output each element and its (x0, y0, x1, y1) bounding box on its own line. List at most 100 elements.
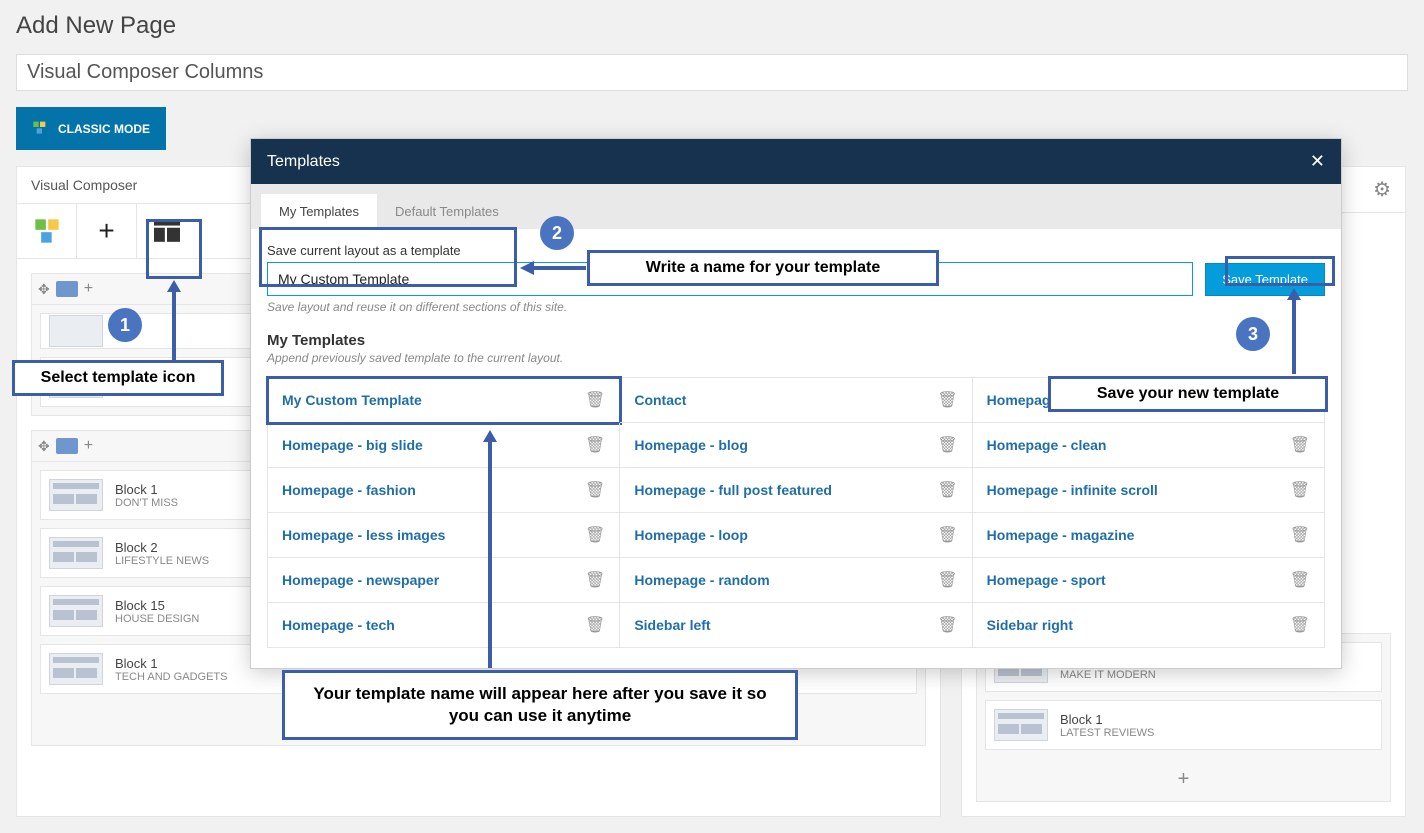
templates-grid: My Custom Template 🗑Contact 🗑Homepage 🗑H… (267, 377, 1325, 648)
template-cell: Homepage - full post featured 🗑 (620, 468, 972, 513)
annotation-arrow (166, 280, 182, 360)
template-link[interactable]: Homepage - full post featured (634, 482, 832, 498)
template-cell: Homepage - loop 🗑 (620, 513, 972, 558)
block-thumb-icon (49, 595, 103, 627)
columns-icon[interactable] (56, 281, 78, 297)
annotation-arrow (482, 430, 498, 668)
template-cell: Homepage - random 🗑 (620, 558, 972, 603)
save-template-button[interactable]: Save Template (1205, 263, 1325, 296)
block-subtitle: LATEST REVIEWS (1060, 727, 1154, 739)
template-cell: Homepage - less images 🗑 (268, 513, 620, 558)
template-cell: Contact 🗑 (620, 378, 972, 423)
trash-icon[interactable]: 🗑 (585, 570, 605, 590)
block-subtitle: HOUSE DESIGN (115, 613, 199, 625)
template-cell: Homepage - fashion 🗑 (268, 468, 620, 513)
vc-logo-icon (32, 119, 48, 138)
trash-icon[interactable]: 🗑 (937, 615, 957, 635)
trash-icon[interactable]: 🗑 (937, 390, 957, 410)
block-item[interactable]: Block 1 LATEST REVIEWS (985, 700, 1382, 750)
template-link[interactable]: Homepage - big slide (282, 437, 423, 453)
template-link[interactable]: Homepage - infinite scroll (987, 482, 1158, 498)
block-thumb-icon (49, 537, 103, 569)
trash-icon[interactable]: 🗑 (937, 435, 957, 455)
move-icon[interactable]: ✥ (38, 281, 50, 298)
block-subtitle: DON'T MISS (115, 497, 178, 509)
trash-icon[interactable]: 🗑 (1290, 615, 1310, 635)
page-title-input[interactable] (16, 54, 1408, 91)
trash-icon[interactable]: 🗑 (585, 480, 605, 500)
block-name: Block 2 (115, 540, 209, 555)
block-thumb-icon (49, 653, 103, 685)
composer-header: Visual Composer (31, 177, 137, 193)
annotation-callout-4: Your template name will appear here afte… (282, 670, 798, 740)
tab-my-templates[interactable]: My Templates (261, 194, 377, 229)
template-cell: Homepage - sport 🗑 (973, 558, 1325, 603)
template-cell: Homepage - newspaper 🗑 (268, 558, 620, 603)
annotation-callout-2: Write a name for your template (587, 250, 939, 286)
save-hint: Save layout and reuse it on different se… (267, 300, 1325, 314)
plus-icon: + (98, 215, 114, 247)
template-link[interactable]: Contact (634, 392, 686, 408)
annotation-callout-3: Save your new template (1048, 376, 1328, 412)
template-cell: Homepage - big slide 🗑 (268, 423, 620, 468)
trash-icon[interactable]: 🗑 (937, 570, 957, 590)
annotation-arrow (520, 258, 586, 278)
block-subtitle: MAKE IT MODERN (1060, 669, 1156, 681)
template-link[interactable]: Homepage - less images (282, 527, 445, 543)
trash-icon[interactable]: 🗑 (585, 525, 605, 545)
block-subtitle: TECH AND GADGETS (115, 671, 227, 683)
block-name: Block 1 (1060, 712, 1154, 727)
template-icon (154, 220, 180, 242)
classic-mode-button[interactable]: CLASSIC MODE (16, 107, 166, 150)
template-link[interactable]: Sidebar right (987, 617, 1073, 633)
template-cell: Sidebar left 🗑 (620, 603, 972, 648)
vc-logo-button[interactable] (17, 204, 77, 258)
trash-icon[interactable]: 🗑 (937, 525, 957, 545)
page-heading: Add New Page (0, 0, 1424, 54)
add-element-plus[interactable]: + (977, 758, 1390, 801)
modal-title: Templates (267, 153, 340, 171)
template-link[interactable]: My Custom Template (282, 392, 422, 408)
annotation-callout-1: Select template icon (12, 360, 224, 396)
template-link[interactable]: Homepage - random (634, 572, 769, 588)
columns-icon[interactable] (56, 438, 78, 454)
template-cell: My Custom Template 🗑 (268, 378, 620, 423)
my-templates-heading: My Templates (267, 332, 1325, 349)
template-link[interactable]: Homepage - clean (987, 437, 1107, 453)
template-link[interactable]: Homepage - tech (282, 617, 395, 633)
trash-icon[interactable]: 🗑 (1290, 435, 1310, 455)
step-badge-3: 3 (1236, 317, 1270, 351)
block-thumb-icon (49, 315, 103, 347)
trash-icon[interactable]: 🗑 (1290, 525, 1310, 545)
my-templates-hint: Append previously saved template to the … (267, 351, 1325, 365)
template-link[interactable]: Homepage - sport (987, 572, 1106, 588)
template-link[interactable]: Homepage - blog (634, 437, 748, 453)
add-column-icon[interactable]: + (84, 437, 93, 455)
move-icon[interactable]: ✥ (38, 438, 50, 455)
template-link[interactable]: Homepage - newspaper (282, 572, 439, 588)
block-thumb-icon (994, 709, 1048, 741)
gear-icon[interactable]: ⚙ (1373, 177, 1391, 202)
trash-icon[interactable]: 🗑 (585, 435, 605, 455)
add-column-icon[interactable]: + (84, 280, 93, 298)
annotation-arrow (1286, 288, 1302, 374)
template-cell: Sidebar right 🗑 (973, 603, 1325, 648)
block-thumb-icon (49, 479, 103, 511)
templates-button[interactable] (137, 204, 197, 258)
trash-icon[interactable]: 🗑 (585, 615, 605, 635)
template-link[interactable]: Homepage - magazine (987, 527, 1135, 543)
template-link[interactable]: Sidebar left (634, 617, 710, 633)
trash-icon[interactable]: 🗑 (585, 390, 605, 410)
add-element-button[interactable]: + (77, 204, 137, 258)
trash-icon[interactable]: 🗑 (1290, 480, 1310, 500)
template-link[interactable]: Homepage - loop (634, 527, 748, 543)
template-cell: Homepage - clean 🗑 (973, 423, 1325, 468)
trash-icon[interactable]: 🗑 (937, 480, 957, 500)
template-link[interactable]: Homepage - fashion (282, 482, 416, 498)
tab-default-templates[interactable]: Default Templates (377, 194, 517, 229)
trash-icon[interactable]: 🗑 (1290, 570, 1310, 590)
modal-tabs: My Templates Default Templates (251, 184, 1341, 229)
close-icon[interactable]: ✕ (1310, 151, 1325, 172)
step-badge-1: 1 (108, 308, 142, 342)
classic-mode-label: CLASSIC MODE (58, 122, 150, 136)
